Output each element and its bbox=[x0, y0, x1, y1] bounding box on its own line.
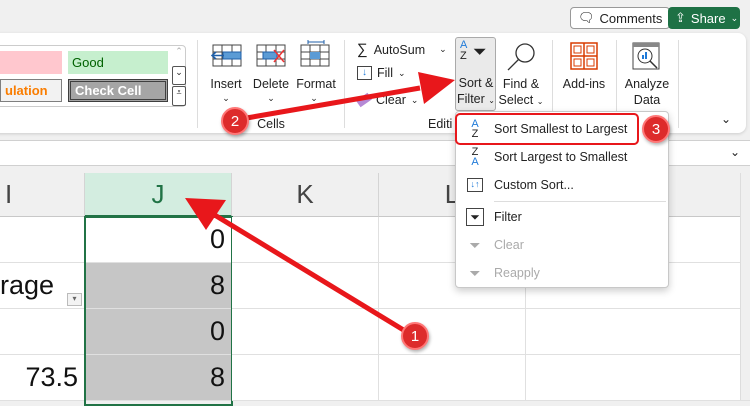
annotation-arrows bbox=[185, 72, 455, 340]
arrow-1 bbox=[185, 198, 417, 340]
arrow-2 bbox=[234, 72, 455, 123]
badge-2: 2 bbox=[221, 107, 249, 135]
badge-3: 3 bbox=[642, 115, 670, 143]
badge-1: 1 bbox=[401, 322, 429, 350]
